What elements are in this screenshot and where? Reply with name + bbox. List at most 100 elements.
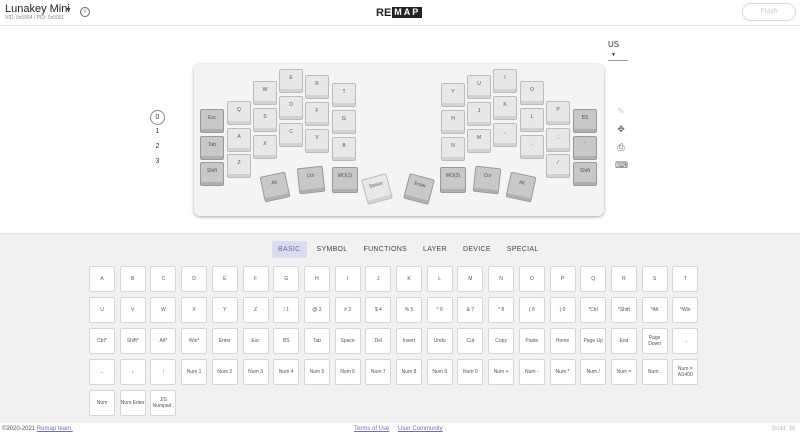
keymap-key[interactable]: ' (573, 136, 597, 160)
palette-key[interactable]: Win* (181, 328, 208, 354)
palette-key[interactable]: M (457, 266, 484, 292)
palette-key[interactable]: Num * (549, 359, 576, 385)
keymap-key[interactable]: . (520, 135, 544, 159)
palette-key[interactable]: Undo (426, 328, 453, 354)
keymap-key[interactable]: H (441, 110, 465, 134)
keymap-key[interactable]: D (279, 96, 303, 120)
palette-key[interactable]: U (89, 297, 115, 323)
palette-key[interactable]: *Ctrl (580, 297, 607, 323)
palette-key[interactable]: Num + (488, 359, 515, 385)
tab-functions[interactable]: FUNCTIONS (358, 241, 414, 258)
palette-key[interactable]: Y (211, 297, 238, 323)
palette-key[interactable]: Home (549, 328, 576, 354)
keymap-key[interactable]: Space (361, 173, 393, 205)
palette-key[interactable]: Del (365, 328, 392, 354)
keymap-key[interactable]: Tab (200, 136, 224, 160)
keymap-key[interactable]: X (253, 135, 277, 159)
keymap-key[interactable]: L (520, 108, 544, 132)
palette-key[interactable]: % 5 (396, 297, 422, 323)
flash-button[interactable]: Flash (742, 3, 796, 21)
palette-key[interactable]: Cut (457, 328, 484, 354)
keymap-key[interactable]: Ctrl (296, 165, 326, 195)
keymap-key[interactable]: P (546, 101, 570, 125)
palette-key[interactable]: Enter (211, 328, 238, 354)
terms-link[interactable]: Terms of Use (354, 426, 389, 432)
move-icon[interactable]: ✥ (615, 123, 627, 135)
tab-basic[interactable]: BASIC (272, 241, 307, 258)
palette-key[interactable]: T (672, 266, 699, 292)
palette-key[interactable]: Copy (488, 328, 515, 354)
palette-key[interactable]: N (488, 266, 515, 292)
palette-key[interactable]: Num 0 (457, 359, 484, 385)
palette-key[interactable]: B (119, 266, 146, 292)
palette-key[interactable]: Num = AS400 (672, 359, 699, 385)
palette-key[interactable]: ) 0 (549, 297, 576, 323)
palette-key[interactable]: *Win (672, 297, 699, 323)
keymap-key[interactable]: O (520, 81, 544, 105)
palette-key[interactable]: I (334, 266, 361, 292)
keymap-key[interactable]: , (493, 123, 517, 147)
keymap-key[interactable]: W (253, 81, 277, 105)
keymap-key[interactable]: C (279, 123, 303, 147)
keymap-key[interactable]: E (279, 69, 303, 93)
keymap-key[interactable]: A (227, 128, 251, 152)
keymap-key[interactable]: / (546, 154, 570, 178)
layer-2-button[interactable]: 2 (150, 140, 165, 155)
palette-key[interactable]: G (273, 266, 300, 292)
keymap-key[interactable]: Enter (403, 173, 435, 205)
palette-key[interactable]: Num = (610, 359, 637, 385)
tab-device[interactable]: DEVICE (457, 241, 497, 258)
palette-key[interactable]: $ 4 (365, 297, 392, 323)
palette-key[interactable]: Z (242, 297, 269, 323)
palette-key[interactable]: Num 4 (273, 359, 300, 385)
palette-key[interactable]: Num 8 (396, 359, 422, 385)
palette-key[interactable]: S (641, 266, 668, 292)
palette-key[interactable]: Space (334, 328, 361, 354)
palette-key[interactable]: End (610, 328, 637, 354)
keymap-key[interactable]: J (467, 102, 491, 126)
keymap-key[interactable]: Shift (573, 162, 597, 186)
palette-key[interactable]: J (365, 266, 392, 292)
palette-key[interactable]: Num 9 (426, 359, 453, 385)
keymap-key[interactable]: V (305, 129, 329, 153)
palette-key[interactable]: Num - (518, 359, 545, 385)
palette-key[interactable]: Num 5 (303, 359, 330, 385)
keymap-key[interactable]: U (467, 75, 491, 99)
palette-key[interactable]: Ctrl* (89, 328, 115, 354)
keymap-key[interactable]: Q (227, 101, 251, 125)
keymap-key[interactable]: BS (573, 109, 597, 133)
palette-key[interactable]: Num Enter (119, 390, 146, 416)
team-link[interactable]: Remap team. (37, 426, 73, 432)
keymap-key[interactable]: F (305, 102, 329, 126)
palette-key[interactable]: ↑ (150, 359, 177, 385)
palette-key[interactable]: ↓ (119, 359, 146, 385)
palette-key[interactable]: Insert (396, 328, 422, 354)
keymap-key[interactable]: R (305, 75, 329, 99)
palette-key[interactable]: R (610, 266, 637, 292)
keymap-key[interactable]: Esc (200, 109, 224, 133)
palette-key[interactable]: D (181, 266, 208, 292)
community-link[interactable]: User Community (398, 426, 443, 432)
keymap-key[interactable]: Ctrl (472, 165, 502, 195)
keymap-key[interactable]: G (332, 110, 356, 134)
palette-key[interactable]: P (549, 266, 576, 292)
palette-key[interactable]: BS (273, 328, 300, 354)
palette-key[interactable]: K (396, 266, 422, 292)
palette-key[interactable]: Q (580, 266, 607, 292)
keymap-key[interactable]: MO(1) (332, 167, 358, 193)
palette-key[interactable]: Num 6 (334, 359, 361, 385)
palette-key[interactable]: Num 3 (242, 359, 269, 385)
palette-key[interactable]: Esc (242, 328, 269, 354)
palette-key[interactable]: Num / (580, 359, 607, 385)
palette-key[interactable]: ^ 6 (426, 297, 453, 323)
palette-key[interactable]: Page Down (641, 328, 668, 354)
palette-key[interactable]: Alt* (150, 328, 177, 354)
palette-key[interactable]: Num 7 (365, 359, 392, 385)
palette-key[interactable]: O (518, 266, 545, 292)
palette-key[interactable]: * 8 (488, 297, 515, 323)
palette-key[interactable]: X (181, 297, 208, 323)
tab-special[interactable]: SPECIAL (501, 241, 545, 258)
palette-key[interactable]: E (211, 266, 238, 292)
info-icon[interactable]: i (80, 7, 90, 17)
keymap-key[interactable]: B (332, 137, 356, 161)
